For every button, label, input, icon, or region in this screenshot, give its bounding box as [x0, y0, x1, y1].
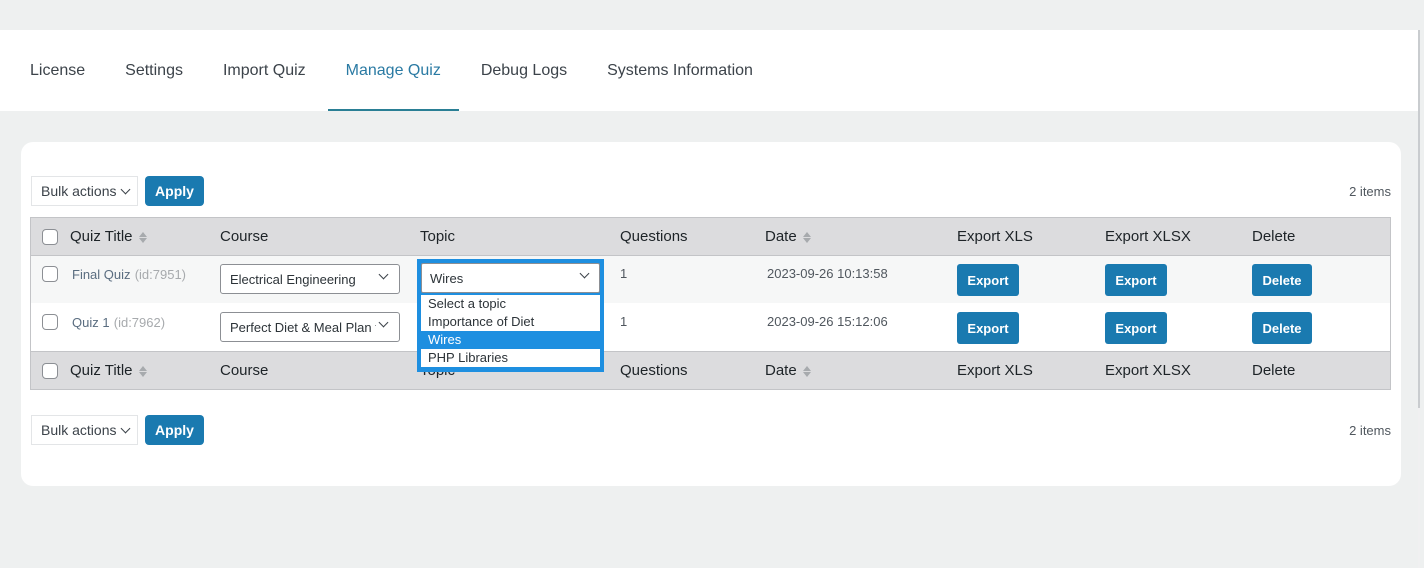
delete-button[interactable]: Delete — [1252, 312, 1312, 344]
tab-systems-information[interactable]: Systems Information — [589, 30, 771, 111]
bulk-actions-select[interactable]: Bulk actions — [31, 415, 138, 445]
quiz-id: (id:7962) — [113, 315, 166, 330]
column-export-xls: Export XLS — [957, 228, 1033, 245]
select-all-checkbox[interactable] — [42, 363, 58, 379]
chevron-down-icon — [378, 269, 389, 280]
questions-count: 1 — [620, 314, 628, 329]
column-date[interactable]: Date — [765, 228, 811, 245]
export-xlsx-button[interactable]: Export — [1105, 312, 1167, 344]
row-checkbox[interactable] — [42, 266, 58, 282]
chevron-down-icon — [121, 184, 131, 194]
questions-count: 1 — [620, 266, 628, 281]
column-course: Course — [220, 362, 269, 379]
scrollbar[interactable] — [1418, 30, 1420, 408]
export-xlsx-button[interactable]: Export — [1105, 264, 1167, 296]
quiz-title-cell: Final Quiz (id:7951) — [72, 266, 186, 283]
sort-icon — [802, 365, 811, 377]
topic-option[interactable]: Select a topic — [421, 295, 600, 313]
column-delete: Delete — [1252, 228, 1296, 245]
column-label: Date — [765, 362, 797, 379]
table-row: Quiz 1 (id:7962) Perfect Diet & Meal Pla… — [31, 303, 1390, 351]
topic-dropdown: Wires Select a topic Importance of Diet … — [417, 259, 604, 372]
tab-license[interactable]: License — [12, 30, 103, 111]
sort-icon — [802, 231, 811, 243]
tab-manage-quiz[interactable]: Manage Quiz — [327, 30, 460, 111]
quiz-title-cell: Quiz 1 (id:7962) — [72, 314, 165, 331]
topic-select[interactable]: Wires — [421, 263, 600, 293]
quiz-title-link[interactable]: Final Quiz — [72, 267, 131, 282]
settings-tabs: License Settings Import Quiz Manage Quiz… — [0, 30, 1418, 111]
table-row: Final Quiz (id:7951) Electrical Engineer… — [31, 256, 1390, 303]
items-count: 2 items — [1349, 184, 1391, 199]
chevron-down-icon — [121, 423, 131, 433]
tab-debug-logs[interactable]: Debug Logs — [463, 30, 585, 111]
course-value: Electrical Engineering — [230, 271, 356, 287]
topic-option[interactable]: Importance of Diet — [421, 313, 600, 331]
bulk-actions-label: Bulk actions — [41, 422, 117, 438]
topic-options-list: Select a topic Importance of Diet Wires … — [421, 295, 600, 367]
column-delete: Delete — [1252, 362, 1296, 379]
table-header: Quiz Title Course Topic Questions Date E… — [31, 218, 1390, 256]
apply-button[interactable]: Apply — [145, 415, 204, 445]
delete-button[interactable]: Delete — [1252, 264, 1312, 296]
chevron-down-icon — [378, 317, 389, 328]
row-checkbox[interactable] — [42, 314, 58, 330]
column-questions: Questions — [620, 362, 688, 379]
export-xls-button[interactable]: Export — [957, 264, 1019, 296]
quiz-id: (id:7951) — [134, 267, 187, 282]
column-export-xlsx: Export XLSX — [1105, 228, 1191, 245]
tab-import-quiz[interactable]: Import Quiz — [205, 30, 324, 111]
column-export-xls: Export XLS — [957, 362, 1033, 379]
column-label: Quiz Title — [70, 362, 133, 379]
bottom-toolbar: Bulk actions Apply — [31, 415, 204, 445]
export-xls-button[interactable]: Export — [957, 312, 1019, 344]
bulk-actions-select[interactable]: Bulk actions — [31, 176, 138, 206]
column-label: Quiz Title — [70, 228, 133, 245]
topic-selected-value: Wires — [430, 270, 464, 286]
top-strip — [0, 0, 1424, 30]
course-select[interactable]: Electrical Engineering — [220, 264, 400, 294]
column-label: Date — [765, 228, 797, 245]
topic-option-highlighted[interactable]: Wires — [421, 331, 600, 349]
sort-icon — [138, 365, 147, 377]
topic-option[interactable]: PHP Libraries — [421, 349, 600, 367]
manage-quiz-panel: Bulk actions Apply 2 items Quiz Title Co… — [21, 142, 1401, 486]
quiz-title-link[interactable]: Quiz 1 — [72, 315, 110, 330]
quiz-table: Quiz Title Course Topic Questions Date E… — [30, 217, 1391, 390]
top-toolbar: Bulk actions Apply — [31, 176, 204, 206]
column-questions: Questions — [620, 228, 688, 245]
select-all-checkbox[interactable] — [42, 229, 58, 245]
column-topic: Topic — [420, 228, 456, 245]
bulk-actions-label: Bulk actions — [41, 183, 117, 199]
course-select[interactable]: Perfect Diet & Meal Plan for Weight Loss — [220, 312, 400, 342]
column-quiz-title[interactable]: Quiz Title — [70, 228, 147, 245]
date-cell: 2023-09-26 15:12:06 — [767, 314, 888, 329]
sort-icon — [138, 231, 147, 243]
course-value: Perfect Diet & Meal Plan for Weight Loss — [230, 319, 376, 335]
tab-settings[interactable]: Settings — [107, 30, 201, 111]
scrollbar-track[interactable] — [1420, 0, 1424, 568]
date-cell: 2023-09-26 10:13:58 — [767, 266, 888, 281]
apply-button[interactable]: Apply — [145, 176, 204, 206]
column-date[interactable]: Date — [765, 362, 811, 379]
table-footer: Quiz Title Course Topic Questions Date E… — [31, 351, 1390, 389]
column-course: Course — [220, 228, 269, 245]
chevron-down-icon — [579, 268, 590, 279]
column-export-xlsx: Export XLSX — [1105, 362, 1191, 379]
column-quiz-title[interactable]: Quiz Title — [70, 362, 147, 379]
items-count: 2 items — [1349, 423, 1391, 438]
